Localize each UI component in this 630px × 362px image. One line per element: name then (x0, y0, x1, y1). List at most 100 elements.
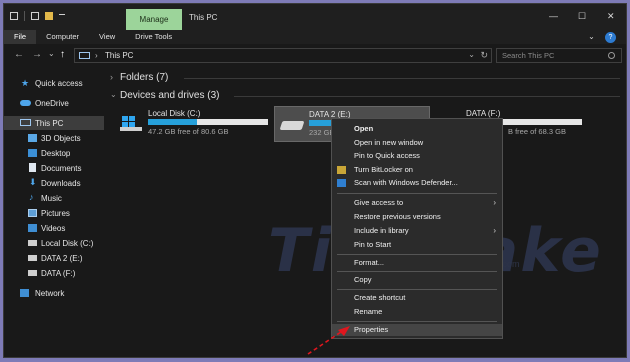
search-input[interactable]: Search This PC (496, 48, 622, 63)
drives-expand-arrow[interactable]: ⌄ (110, 90, 117, 99)
menu-item-rename[interactable]: Rename (332, 306, 502, 318)
checkmark-icon[interactable] (31, 12, 39, 20)
folders-collapse-arrow[interactable]: › (110, 72, 113, 82)
sidebar-item-music[interactable]: ♪ Music (4, 191, 104, 205)
disk-icon (28, 255, 37, 261)
sidebar-item-quick-access[interactable]: ★ Quick access (4, 76, 104, 90)
sidebar-item-desktop[interactable]: Desktop (4, 146, 104, 160)
window-title: This PC (189, 13, 218, 22)
document-icon (29, 163, 36, 172)
breadcrumb-separator[interactable]: › (95, 51, 98, 60)
computer-icon (79, 52, 90, 59)
maximize-button[interactable]: ☐ (578, 11, 586, 22)
recent-locations-button[interactable]: ⌄ (48, 49, 55, 58)
sidebar-item-downloads[interactable]: ⬇ Downloads (4, 176, 104, 190)
sidebar-item-label: DATA 2 (E:) (41, 254, 83, 263)
refresh-button[interactable]: ↻ (480, 50, 488, 61)
drives-group-header[interactable]: Devices and drives (3) (120, 90, 219, 101)
sidebar-item-onedrive[interactable]: OneDrive (4, 96, 104, 110)
sidebar-item-videos[interactable]: Videos (4, 221, 104, 235)
cloud-icon (20, 100, 31, 106)
tab-drive-tools[interactable]: Drive Tools (125, 30, 182, 44)
sidebar-item-pictures[interactable]: Pictures (4, 206, 104, 220)
drive-free-space: B free of 68.3 GB (508, 127, 566, 136)
group-divider (184, 78, 620, 79)
tab-file[interactable]: File (4, 30, 37, 44)
close-button[interactable]: ✕ (607, 11, 615, 22)
menu-item-include-library[interactable]: Include in library › (332, 225, 502, 237)
menu-item-pin-quick-access[interactable]: Pin to Quick access (332, 150, 502, 162)
menu-item-restore-versions[interactable]: Restore previous versions (332, 211, 502, 223)
submenu-arrow-icon: › (493, 198, 496, 207)
menu-item-format[interactable]: Format... (332, 257, 502, 269)
properties-icon[interactable] (10, 12, 18, 20)
menu-item-label: Include in library (354, 226, 409, 235)
desktop-icon (28, 149, 37, 157)
navigation-bar: ← → ⌄ ↑ › This PC ⌄ ↻ Search This PC (4, 44, 626, 66)
search-placeholder: Search This PC (502, 51, 555, 60)
drive-free-space: 47.2 GB free of 80.6 GB (148, 127, 229, 136)
drive-usage-fill (309, 120, 333, 126)
search-icon (608, 52, 615, 59)
sidebar-item-label: Music (41, 194, 62, 203)
address-bar[interactable]: › This PC ⌄ ↻ (74, 48, 492, 63)
menu-item-give-access[interactable]: Give access to › (332, 197, 502, 209)
tab-view[interactable]: View (89, 30, 125, 44)
dropdown-icon[interactable] (59, 14, 65, 18)
menu-item-open[interactable]: Open (332, 123, 502, 135)
menu-item-open-new-window[interactable]: Open in new window (332, 137, 502, 149)
minimize-button[interactable]: — (549, 11, 558, 21)
music-icon: ♪ (29, 192, 34, 202)
annotation-arrow (307, 326, 350, 355)
back-button[interactable]: ← (14, 49, 24, 60)
sidebar-item-label: Quick access (35, 79, 83, 88)
menu-item-create-shortcut[interactable]: Create shortcut (332, 292, 502, 304)
sidebar-item-documents[interactable]: Documents (4, 161, 104, 175)
address-history-chevron[interactable]: ⌄ (468, 50, 475, 59)
disk-icon (28, 240, 37, 246)
menu-item-label: Turn BitLocker on (354, 165, 413, 174)
sidebar-item-label: Downloads (41, 179, 81, 188)
ribbon-tabs: File Computer View Drive Tools (4, 30, 626, 44)
sidebar-item-label: DATA (F:) (41, 269, 76, 278)
sidebar-item-network[interactable]: Network (4, 286, 104, 300)
folders-group-header[interactable]: Folders (7) (120, 72, 168, 83)
sidebar-item-label: Network (35, 289, 65, 298)
drive-tile-local-disk-c[interactable]: Local Disk (C:) 47.2 GB free of 80.6 GB (114, 106, 274, 142)
sidebar-item-label: 3D Objects (41, 134, 81, 143)
picture-icon (28, 209, 37, 217)
title-bar: Manage This PC — ☐ ✕ (4, 4, 626, 30)
download-icon: ⬇ (29, 177, 37, 187)
folder-icon[interactable] (45, 12, 53, 20)
manage-contextual-tab[interactable]: Manage (126, 9, 182, 30)
sidebar-item-label: Local Disk (C:) (41, 239, 94, 248)
menu-item-properties[interactable]: Properties (332, 324, 502, 336)
menu-item-copy[interactable]: Copy (332, 274, 502, 286)
sidebar-item-label: Documents (41, 164, 82, 173)
breadcrumb-this-pc[interactable]: This PC (105, 51, 133, 60)
up-button[interactable]: ↑ (60, 49, 65, 60)
group-divider (234, 96, 620, 97)
help-icon[interactable]: ? (605, 32, 616, 43)
menu-separator (337, 271, 497, 272)
disk-icon (28, 270, 37, 276)
drive-name: DATA (F:) (466, 109, 501, 118)
bitlocker-icon (337, 166, 346, 174)
sidebar-item-data-f[interactable]: DATA (F:) (4, 266, 104, 280)
sidebar-item-local-disk-c[interactable]: Local Disk (C:) (4, 236, 104, 250)
tab-computer[interactable]: Computer (36, 30, 89, 44)
expand-ribbon-icon[interactable]: ⌄ (588, 32, 595, 41)
menu-item-pin-start[interactable]: Pin to Start (332, 239, 502, 251)
menu-separator (337, 254, 497, 255)
sidebar-item-3d-objects[interactable]: 3D Objects (4, 131, 104, 145)
quick-access-toolbar (10, 11, 65, 21)
sidebar-item-this-pc[interactable]: This PC (4, 116, 104, 130)
forward-button[interactable]: → (32, 49, 42, 60)
menu-separator (337, 193, 497, 194)
menu-item-bitlocker[interactable]: Turn BitLocker on (332, 164, 502, 176)
sidebar-item-label: OneDrive (35, 99, 69, 108)
menu-item-label: Give access to (354, 198, 404, 207)
video-icon (28, 224, 37, 232)
menu-item-scan-defender[interactable]: Scan with Windows Defender... (332, 177, 502, 189)
sidebar-item-data-2-e[interactable]: DATA 2 (E:) (4, 251, 104, 265)
